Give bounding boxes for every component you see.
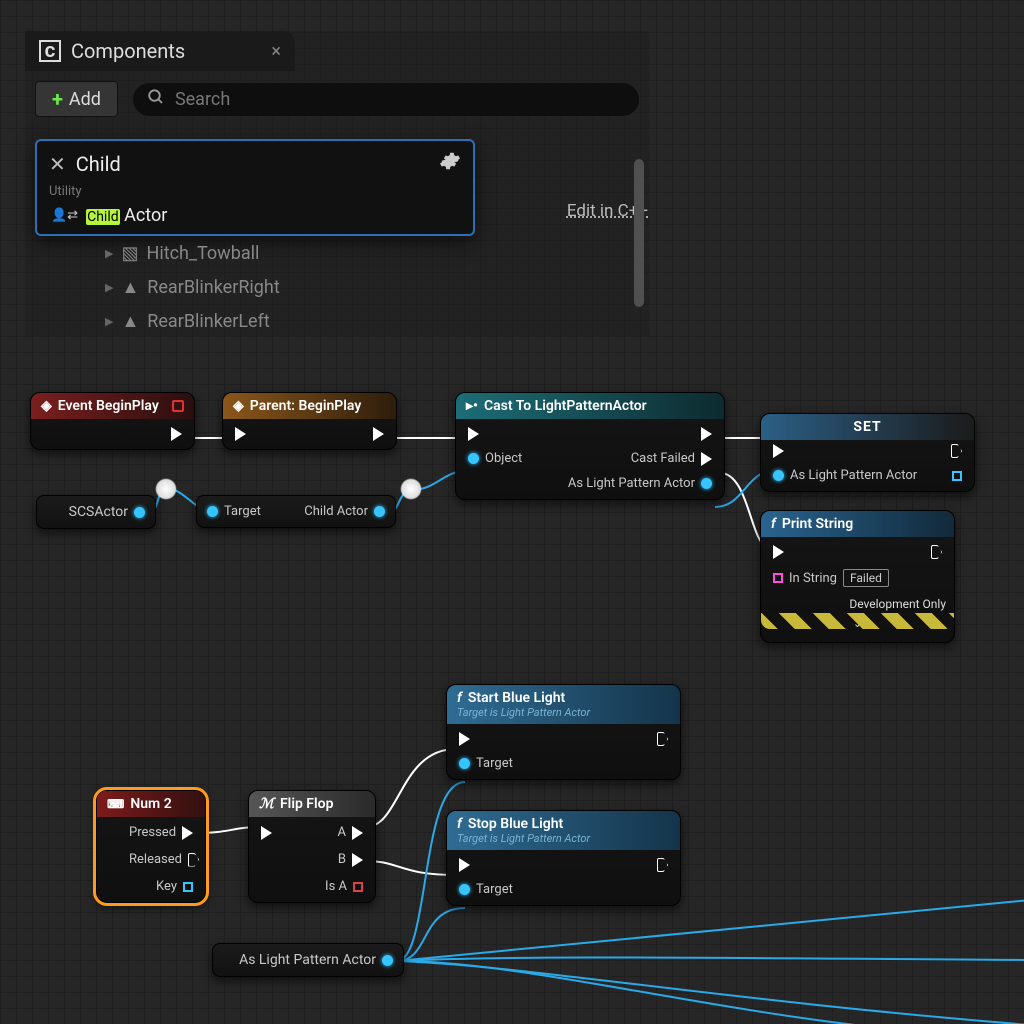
add-button-label: Add (69, 89, 101, 110)
exec-in-pin[interactable] (235, 427, 246, 441)
add-component-dropdown: ✕ Utility 👤⇄ Child Actor (35, 139, 475, 236)
plus-icon: + (52, 87, 63, 111)
function-icon: f (457, 816, 462, 832)
isa-pin[interactable]: Is A (325, 879, 363, 894)
exec-in-pin[interactable] (261, 826, 272, 840)
node-stop-blue-light[interactable]: fStop Blue Light Target is Light Pattern… (446, 810, 681, 906)
exec-in-pin[interactable] (459, 732, 470, 746)
cast-failed-pin[interactable]: Cast Failed (631, 451, 712, 466)
key-pin[interactable]: Key (156, 879, 193, 894)
as-lpa-in-pin[interactable]: As Light Pattern Actor (773, 468, 917, 483)
node-num2-input[interactable]: ⌨Num 2 Pressed Released Key (96, 790, 206, 903)
reroute-node[interactable] (155, 478, 177, 500)
child-actor-out-pin[interactable]: Child Actor (304, 504, 385, 519)
components-tab[interactable]: C Components × (25, 31, 295, 71)
tree-item[interactable]: ▶▲RearBlinkerLeft (105, 305, 280, 339)
settings-gear-icon[interactable] (439, 150, 461, 177)
component-tree: ▶▧Hitch_Towball ▶▲RearBlinkerRight ▶▲Rea… (105, 237, 280, 339)
cast-icon: ▸• (466, 398, 478, 414)
components-panel: C Components × + Add Search ✕ Utility 👤⇄… (25, 31, 650, 336)
b-pin[interactable]: B (338, 852, 363, 867)
value-out-pin[interactable] (382, 955, 393, 966)
exec-out-pin[interactable] (657, 732, 668, 746)
panel-scrollbar[interactable] (634, 159, 644, 307)
expand-icon[interactable]: ▶ (105, 237, 113, 271)
expand-icon[interactable]: ▶ (105, 271, 113, 305)
node-start-blue-light[interactable]: fStart Blue Light Target is Light Patter… (446, 684, 681, 780)
exec-in-pin[interactable] (773, 444, 784, 458)
result-rest: Actor (120, 205, 168, 226)
exec-out-pin[interactable] (171, 427, 182, 441)
target-pin[interactable]: Target (459, 882, 513, 897)
dev-only-label: Development Only (761, 595, 954, 613)
search-placeholder: Search (175, 89, 230, 110)
value-out-pin[interactable] (134, 507, 145, 518)
node-cast-lightpatternactor[interactable]: ▸•Cast To LightPatternActor Object Cast … (455, 392, 725, 500)
exec-out-pin[interactable] (701, 427, 712, 441)
parent-icon: ◈ (233, 398, 244, 414)
released-pin[interactable]: Released (129, 852, 199, 867)
clear-filter-icon[interactable]: ✕ (49, 152, 66, 176)
expand-chevron-icon[interactable]: ⌄ (761, 617, 954, 630)
stop-icon (172, 400, 184, 412)
tree-item[interactable]: ▶▲RearBlinkerRight (105, 271, 280, 305)
as-lpa-pin[interactable]: As Light Pattern Actor (568, 476, 712, 491)
tree-item[interactable]: ▶▧Hitch_Towball (105, 237, 280, 271)
exec-out-pin[interactable] (951, 444, 962, 458)
close-tab-icon[interactable]: × (271, 41, 281, 62)
node-event-beginplay[interactable]: ◈Event BeginPlay (30, 392, 195, 450)
expand-icon[interactable]: ▶ (105, 305, 113, 339)
object-pin[interactable]: Object (468, 451, 522, 466)
value-out-pin[interactable] (952, 471, 962, 481)
node-print-string[interactable]: fPrint String In StringFailed Developmen… (760, 510, 955, 643)
node-flipflop[interactable]: ℳFlip Flop A B Is A (248, 790, 376, 903)
panel-title: Components (71, 39, 185, 63)
exec-in-pin[interactable] (459, 858, 470, 872)
function-icon: f (457, 690, 462, 706)
node-parent-beginplay[interactable]: ◈Parent: BeginPlay (222, 392, 397, 450)
light-icon: ▲ (121, 271, 139, 305)
reroute-node[interactable] (400, 478, 422, 500)
target-pin[interactable]: Target (207, 504, 261, 519)
light-icon: ▲ (121, 305, 139, 339)
actor-pair-icon: 👤⇄ (51, 208, 78, 223)
exec-out-pin[interactable] (931, 545, 942, 559)
event-icon: ◈ (41, 398, 52, 414)
panel-toolbar: + Add Search (25, 71, 650, 123)
pressed-pin[interactable]: Pressed (129, 825, 193, 840)
exec-in-pin[interactable] (468, 427, 479, 441)
node-scsactor-var[interactable]: SCSActor (36, 495, 156, 529)
in-string-pin[interactable]: In StringFailed (773, 569, 889, 587)
components-icon: C (39, 40, 61, 62)
node-child-actor-get[interactable]: Target Child Actor (196, 495, 396, 528)
result-child-actor[interactable]: 👤⇄ Child Actor (41, 201, 469, 230)
result-highlight: Child (86, 209, 120, 225)
keyboard-icon: ⌨ (107, 797, 124, 811)
node-aslpa-var[interactable]: As Light Pattern Actor (212, 943, 404, 977)
exec-out-pin[interactable] (657, 858, 668, 872)
exec-out-pin[interactable] (373, 427, 384, 441)
macro-icon: ℳ (259, 796, 274, 812)
mesh-icon: ▧ (121, 237, 138, 271)
a-pin[interactable]: A (338, 825, 363, 840)
filter-input[interactable] (76, 152, 429, 176)
category-label: Utility (41, 182, 469, 201)
search-icon (147, 88, 165, 111)
exec-in-pin[interactable] (773, 545, 784, 559)
target-pin[interactable]: Target (459, 756, 513, 771)
add-component-button[interactable]: + Add (35, 81, 118, 117)
node-set[interactable]: SET As Light Pattern Actor (760, 413, 975, 492)
function-icon: f (771, 516, 776, 532)
search-input[interactable]: Search (132, 82, 640, 117)
